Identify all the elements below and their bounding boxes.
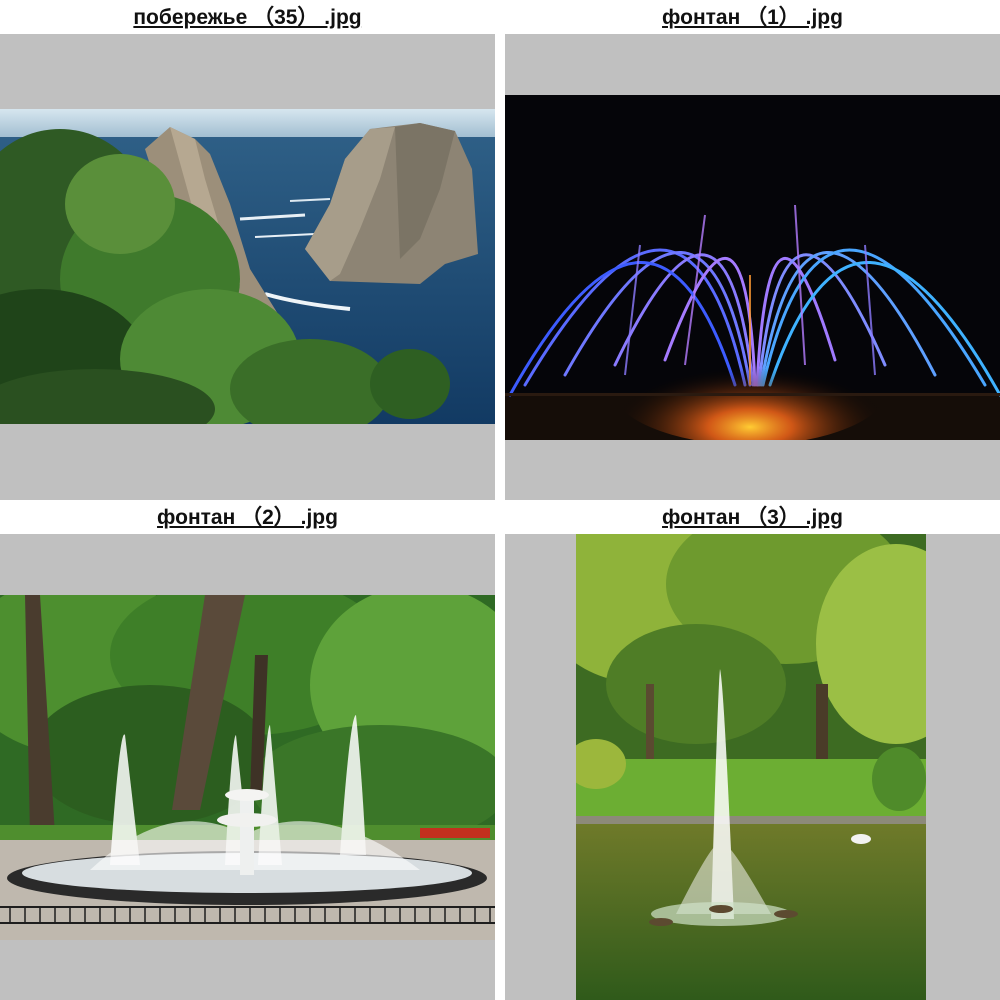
- night-fountain-photo[interactable]: [505, 95, 1000, 440]
- gallery-item-park-fountain[interactable]: фонтан （2） .jpg: [0, 500, 495, 1000]
- pond-fountain-photo[interactable]: [576, 534, 926, 1000]
- gallery-item-coastline[interactable]: побережье （35） .jpg: [0, 0, 495, 500]
- thumbnail-frame[interactable]: [0, 34, 495, 500]
- park-fountain-photo[interactable]: [0, 595, 495, 940]
- gallery-item-pond-fountain[interactable]: фонтан （3） .jpg: [505, 500, 1000, 1000]
- coastline-photo[interactable]: [0, 109, 495, 424]
- file-name-link[interactable]: фонтан （3） .jpg: [505, 500, 1000, 534]
- file-name-link[interactable]: побережье （35） .jpg: [0, 0, 495, 34]
- thumbnail-frame[interactable]: [0, 534, 495, 1000]
- image-gallery-grid: побережье （35） .jpg фонтан （1） .jpg фонт…: [0, 0, 1000, 1000]
- thumbnail-frame[interactable]: [505, 34, 1000, 500]
- thumbnail-frame[interactable]: [505, 534, 1000, 1000]
- file-name-link[interactable]: фонтан （1） .jpg: [505, 0, 1000, 34]
- file-name-link[interactable]: фонтан （2） .jpg: [0, 500, 495, 534]
- gallery-item-night-fountain[interactable]: фонтан （1） .jpg: [505, 0, 1000, 500]
